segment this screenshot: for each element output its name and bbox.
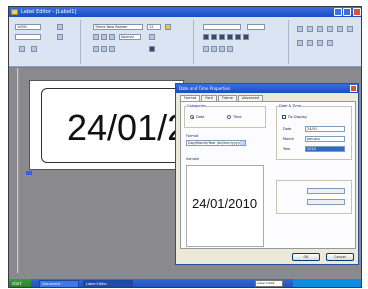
date-time-dialog: Date and Time Properties Format Font Frame… bbox=[175, 83, 359, 265]
date-time-group: Date & Time Fix Display Date 24/01 Month… bbox=[276, 104, 352, 160]
format-j-icon[interactable] bbox=[227, 46, 233, 52]
maximize-icon[interactable] bbox=[343, 8, 351, 16]
close-icon[interactable] bbox=[353, 8, 361, 16]
preview-icon[interactable] bbox=[31, 46, 37, 52]
insertion-marker bbox=[26, 171, 32, 175]
time-radio[interactable] bbox=[227, 115, 231, 119]
open-icon[interactable] bbox=[57, 34, 63, 40]
arrange-e-icon[interactable] bbox=[337, 26, 343, 32]
year-field-label: Year bbox=[283, 147, 291, 151]
align-left-icon[interactable] bbox=[93, 46, 99, 52]
year-field[interactable]: 2010 bbox=[305, 146, 345, 152]
format-label: Format bbox=[186, 134, 199, 138]
format-e-icon[interactable] bbox=[235, 34, 241, 40]
title-bar[interactable]: Label Editor - [Label1] bbox=[9, 7, 361, 17]
frame-size-field[interactable] bbox=[247, 24, 265, 30]
date-radio[interactable] bbox=[190, 115, 194, 119]
arrange-i-icon[interactable] bbox=[317, 40, 323, 46]
style-field[interactable]: Normal bbox=[119, 34, 141, 40]
month-field[interactable]: January bbox=[305, 136, 345, 142]
date-time-label: Date & Time bbox=[279, 104, 301, 108]
fix-display-label: Fix Display bbox=[288, 115, 307, 119]
grow-font-icon[interactable] bbox=[149, 34, 155, 40]
categories-group: Categories Date Time bbox=[184, 104, 266, 128]
date-field[interactable]: 24/01 bbox=[305, 126, 345, 132]
underline-icon[interactable] bbox=[109, 34, 115, 40]
bold-icon[interactable] bbox=[93, 34, 99, 40]
format-f-icon[interactable] bbox=[243, 34, 249, 40]
arrange-j-icon[interactable] bbox=[327, 40, 333, 46]
ribbon-group-arrange bbox=[293, 20, 361, 64]
month-field-label: Month bbox=[283, 137, 294, 141]
font-size-field[interactable]: 12 bbox=[147, 24, 161, 30]
font-color-icon[interactable] bbox=[165, 24, 171, 30]
date-field-label: Date bbox=[283, 127, 292, 131]
align-center-icon[interactable] bbox=[101, 46, 107, 52]
dropdown-arrow-icon bbox=[240, 141, 245, 145]
italic-icon[interactable] bbox=[101, 34, 107, 40]
zoom-field[interactable]: 100% bbox=[15, 24, 41, 30]
app-icon bbox=[11, 9, 18, 15]
format-panel: Categories Date Time Format Day/Month/Ye… bbox=[180, 101, 356, 249]
dialog-close-icon[interactable] bbox=[350, 85, 357, 92]
taskbar-item-label-editor[interactable]: Label Editor bbox=[83, 280, 133, 287]
system-tray bbox=[293, 279, 361, 287]
advanced-field-1[interactable] bbox=[307, 188, 345, 194]
ribbon-toolbar: 100% Times New Roman 12 Normal bbox=[9, 17, 361, 67]
print-icon[interactable] bbox=[19, 46, 25, 52]
format-a-icon[interactable] bbox=[203, 34, 209, 40]
advanced-field-2[interactable] bbox=[307, 199, 345, 205]
format-g-icon[interactable] bbox=[203, 46, 209, 52]
arrange-d-icon[interactable] bbox=[327, 26, 333, 32]
vertical-ruler bbox=[17, 68, 19, 273]
format-select[interactable]: Day/Month/Year (dd/mm/yyyy) bbox=[186, 140, 246, 146]
label-date-text: 24/01/2 bbox=[67, 107, 188, 148]
cancel-button[interactable]: Cancel bbox=[326, 253, 354, 261]
application-window: Label Editor - [Label1] 100% Times New R… bbox=[8, 6, 362, 288]
taskbar-status-field: Label 24/01 bbox=[255, 280, 283, 287]
arrange-h-icon[interactable] bbox=[307, 40, 313, 46]
save-icon[interactable] bbox=[57, 24, 63, 30]
ribbon-group-format bbox=[199, 20, 289, 64]
frame-style-field[interactable] bbox=[203, 24, 241, 30]
window-title: Label Editor - [Label1] bbox=[21, 9, 77, 15]
minimize-icon[interactable] bbox=[334, 8, 342, 16]
editing-area[interactable]: 24/01/2 Date and Time Properties Format F… bbox=[9, 68, 361, 279]
text-direction-icon[interactable] bbox=[149, 46, 155, 52]
taskbar-item-document[interactable]: Document bbox=[39, 280, 79, 287]
arrange-b-icon[interactable] bbox=[307, 26, 313, 32]
sample-preview: 24/01/2010 bbox=[186, 165, 264, 247]
arrange-c-icon[interactable] bbox=[317, 26, 323, 32]
align-right-icon[interactable] bbox=[109, 46, 115, 52]
format-i-icon[interactable] bbox=[219, 46, 225, 52]
sample-label: Sample bbox=[186, 157, 200, 161]
format-b-icon[interactable] bbox=[211, 34, 217, 40]
dialog-title[interactable]: Date and Time Properties bbox=[176, 84, 358, 93]
arrange-g-icon[interactable] bbox=[297, 40, 303, 46]
ok-button[interactable]: OK bbox=[292, 253, 320, 261]
format-h-icon[interactable] bbox=[211, 46, 217, 52]
format-d-icon[interactable] bbox=[227, 34, 233, 40]
fix-display-checkbox[interactable] bbox=[282, 115, 286, 119]
view-field[interactable] bbox=[15, 34, 41, 40]
advanced-group bbox=[276, 180, 352, 214]
arrange-a-icon[interactable] bbox=[297, 26, 303, 32]
format-c-icon[interactable] bbox=[219, 34, 225, 40]
sample-date-text: 24/01/2010 bbox=[192, 196, 258, 211]
ribbon-group-view: 100% bbox=[11, 20, 81, 64]
time-radio-label: Time bbox=[233, 115, 242, 119]
date-radio-label: Date bbox=[196, 115, 205, 119]
ribbon-group-font: Times New Roman 12 Normal bbox=[89, 20, 194, 64]
arrange-f-icon[interactable] bbox=[347, 26, 353, 32]
categories-label: Categories bbox=[187, 104, 206, 108]
taskbar: start Document Label Editor bbox=[9, 279, 361, 287]
font-name-field[interactable]: Times New Roman bbox=[93, 24, 143, 30]
start-button[interactable]: start bbox=[9, 279, 31, 287]
